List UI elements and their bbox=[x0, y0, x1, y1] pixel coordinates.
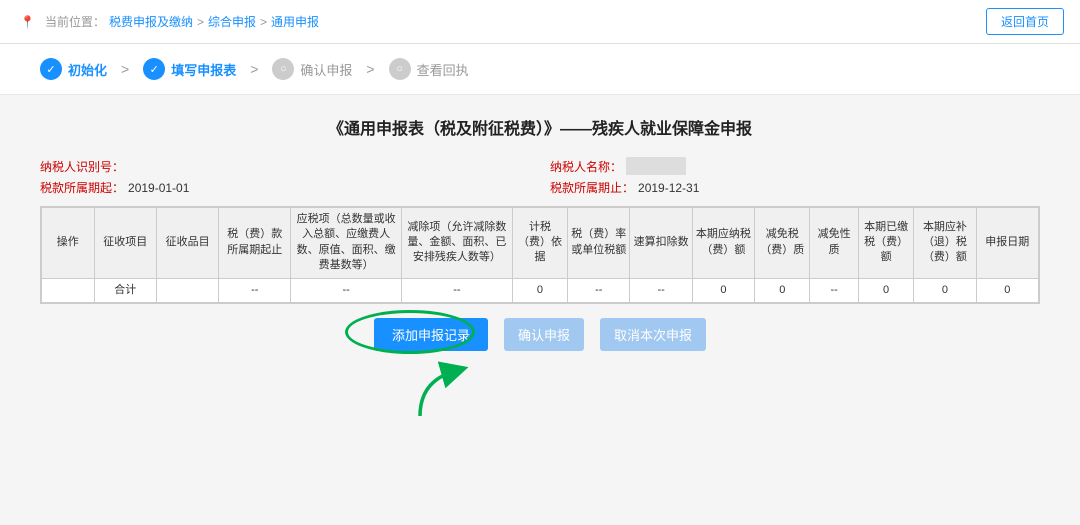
th-op: 操作 bbox=[42, 208, 95, 279]
td-rate: -- bbox=[568, 278, 630, 302]
td-payable: 0 bbox=[692, 278, 754, 302]
return-home-button[interactable]: 返回首页 bbox=[986, 8, 1064, 35]
th-rate: 税（费）率或单位税额 bbox=[568, 208, 630, 279]
td-exempt1: 0 bbox=[755, 278, 810, 302]
th-deduct: 速算扣除数 bbox=[630, 208, 692, 279]
taxpayer-info: 纳税人识别号： 纳税人名称： 税款所属期起： 2019-01-01 税款所属期止… bbox=[40, 157, 1040, 196]
steps-bar: ✓ 初始化 > ✓ 填写申报表 > ○ 确认申报 > ○ 查看回执 bbox=[0, 44, 1080, 95]
td-date: 0 bbox=[976, 278, 1038, 302]
td-op bbox=[42, 278, 95, 302]
cancel-submit-button[interactable]: 取消本次申报 bbox=[600, 318, 706, 351]
taxpayer-id-label: 纳税人识别号： bbox=[40, 158, 124, 175]
tax-period-start-row: 税款所属期起： 2019-01-01 bbox=[40, 179, 530, 196]
th-item1: 征收项目 bbox=[94, 208, 156, 279]
th-payable: 本期应纳税（费）额 bbox=[692, 208, 754, 279]
th-exempt1: 减免税（费）质 bbox=[755, 208, 810, 279]
step-arrow-1: > bbox=[121, 61, 129, 77]
info-grid: 纳税人识别号： 纳税人名称： 税款所属期起： 2019-01-01 税款所属期止… bbox=[40, 157, 1040, 196]
td-apply: -- bbox=[291, 278, 402, 302]
table-row-total: 合计 -- -- -- 0 -- -- 0 0 -- 0 0 0 bbox=[42, 278, 1039, 302]
step-1-circle: ✓ bbox=[40, 58, 62, 80]
main-content: 《通用申报表（税及附征税费）》——残疾人就业保障金申报 纳税人识别号： 纳税人名… bbox=[0, 95, 1080, 441]
taxpayer-name-label: 纳税人名称： bbox=[550, 158, 622, 175]
top-bar: 📍 当前位置： 税费申报及缴纳 > 综合申报 > 通用申报 返回首页 bbox=[0, 0, 1080, 44]
taxpayer-id-row: 纳税人识别号： bbox=[40, 157, 530, 175]
data-table: 操作 征收项目 征收品目 税（费）款所属期起止 应税项（总数量或收入总额、应缴费… bbox=[40, 206, 1040, 304]
th-item2: 征收品目 bbox=[156, 208, 218, 279]
th-calc: 计税（费）依据 bbox=[512, 208, 567, 279]
breadcrumb-item-1[interactable]: 综合申报 bbox=[208, 13, 256, 30]
taxpayer-name-row: 纳税人名称： bbox=[550, 157, 1040, 175]
step-2: ✓ 填写申报表 bbox=[143, 58, 236, 80]
th-date: 申报日期 bbox=[976, 208, 1038, 279]
step-1-label: 初始化 bbox=[68, 60, 107, 79]
th-reduce: 减除项（允许减除数量、金额、面积、已安排残疾人数等） bbox=[402, 208, 513, 279]
green-arrow-icon bbox=[410, 361, 470, 421]
location-icon: 📍 bbox=[20, 15, 35, 29]
td-refund: 0 bbox=[914, 278, 976, 302]
add-record-button[interactable]: 添加申报记录 bbox=[374, 318, 488, 351]
breadcrumb-item-2[interactable]: 通用申报 bbox=[271, 13, 319, 30]
td-reduce: -- bbox=[402, 278, 513, 302]
step-arrow-2: > bbox=[250, 61, 258, 77]
table-header-row: 操作 征收项目 征收品目 税（费）款所属期起止 应税项（总数量或收入总额、应缴费… bbox=[42, 208, 1039, 279]
td-paid: 0 bbox=[858, 278, 913, 302]
tax-period-end-value: 2019-12-31 bbox=[638, 181, 718, 195]
button-row: 添加申报记录 确认申报 取消本次申报 bbox=[40, 318, 1040, 351]
arrow-area bbox=[0, 361, 1040, 421]
step-3: ○ 确认申报 bbox=[272, 58, 352, 80]
td-item2 bbox=[156, 278, 218, 302]
form-title: 《通用申报表（税及附征税费）》——残疾人就业保障金申报 bbox=[40, 115, 1040, 139]
step-3-label: 确认申报 bbox=[300, 60, 352, 79]
th-refund: 本期应补（退）税（费）额 bbox=[914, 208, 976, 279]
td-item1: 合计 bbox=[94, 278, 156, 302]
tax-period-start-value: 2019-01-01 bbox=[128, 181, 208, 195]
breadcrumb-prefix: 当前位置： bbox=[45, 13, 105, 30]
taxpayer-name-value bbox=[626, 157, 686, 175]
th-apply: 应税项（总数量或收入总额、应缴费人数、原值、面积、缴费基数等） bbox=[291, 208, 402, 279]
report-table: 操作 征收项目 征收品目 税（费）款所属期起止 应税项（总数量或收入总额、应缴费… bbox=[41, 207, 1039, 303]
step-4: ○ 查看回执 bbox=[389, 58, 469, 80]
th-period: 税（费）款所属期起止 bbox=[219, 208, 291, 279]
tax-period-start-label: 税款所属期起： bbox=[40, 179, 124, 196]
step-4-circle: ○ bbox=[389, 58, 411, 80]
step-2-circle: ✓ bbox=[143, 58, 165, 80]
breadcrumb: 📍 当前位置： 税费申报及缴纳 > 综合申报 > 通用申报 bbox=[16, 13, 319, 30]
step-1: ✓ 初始化 bbox=[40, 58, 107, 80]
tax-period-end-row: 税款所属期止： 2019-12-31 bbox=[550, 179, 1040, 196]
button-area: 添加申报记录 确认申报 取消本次申报 bbox=[40, 318, 1040, 351]
breadcrumb-sep-0: > bbox=[197, 15, 204, 29]
breadcrumb-item-0[interactable]: 税费申报及缴纳 bbox=[109, 13, 193, 30]
breadcrumb-sep-1: > bbox=[260, 15, 267, 29]
tax-period-end-label: 税款所属期止： bbox=[550, 179, 634, 196]
th-exempt2: 减免性质 bbox=[810, 208, 858, 279]
confirm-submit-button[interactable]: 确认申报 bbox=[504, 318, 584, 351]
step-2-label: 填写申报表 bbox=[171, 60, 236, 79]
td-period: -- bbox=[219, 278, 291, 302]
td-deduct: -- bbox=[630, 278, 692, 302]
step-3-circle: ○ bbox=[272, 58, 294, 80]
th-paid: 本期已缴税（费）额 bbox=[858, 208, 913, 279]
td-calc: 0 bbox=[512, 278, 567, 302]
td-exempt2: -- bbox=[810, 278, 858, 302]
step-arrow-3: > bbox=[366, 61, 374, 77]
step-4-label: 查看回执 bbox=[417, 60, 469, 79]
